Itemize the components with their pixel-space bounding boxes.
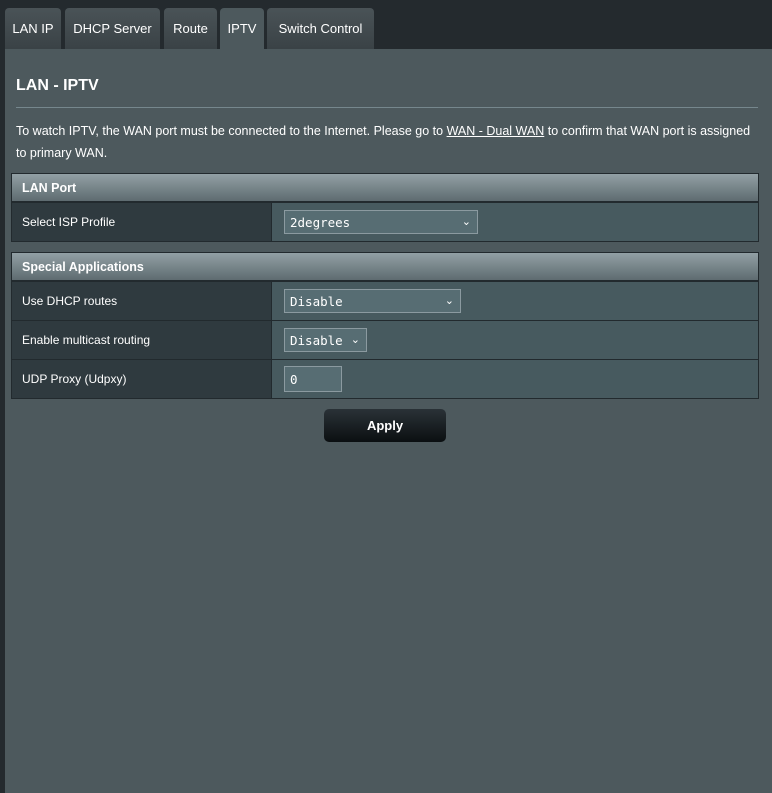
multicast-routing-cell: Disable ⌄ — [272, 321, 758, 359]
description-text-start: To watch IPTV, the WAN port must be conn… — [16, 124, 447, 138]
isp-profile-cell: 2degrees ⌄ — [272, 203, 758, 241]
udpxy-input[interactable] — [284, 366, 342, 392]
lan-port-section: LAN Port Select ISP Profile 2degrees ⌄ — [11, 173, 759, 242]
chevron-down-icon: ⌄ — [350, 333, 360, 346]
multicast-routing-value: Disable — [290, 332, 343, 348]
tab-bar: LAN IP DHCP Server Route IPTV Switch Con… — [0, 0, 772, 49]
udpxy-label: UDP Proxy (Udpxy) — [12, 360, 272, 398]
multicast-routing-row: Enable multicast routing Disable ⌄ — [12, 320, 758, 359]
dhcp-routes-value: Disable — [290, 293, 343, 309]
tab-switch-control[interactable]: Switch Control — [267, 8, 374, 49]
tab-iptv[interactable]: IPTV — [220, 8, 264, 49]
dhcp-routes-cell: Disable ⌄ — [272, 282, 758, 320]
isp-profile-row: Select ISP Profile 2degrees ⌄ — [12, 202, 758, 241]
page-title: LAN - IPTV — [16, 77, 99, 94]
dhcp-routes-select[interactable]: Disable ⌄ — [284, 289, 461, 313]
title-divider — [16, 107, 758, 108]
apply-button[interactable]: Apply — [324, 409, 446, 442]
tab-dhcp-server[interactable]: DHCP Server — [65, 8, 160, 49]
multicast-routing-label: Enable multicast routing — [12, 321, 272, 359]
dhcp-routes-label: Use DHCP routes — [12, 282, 272, 320]
tab-route[interactable]: Route — [164, 8, 217, 49]
page-description: To watch IPTV, the WAN port must be conn… — [16, 120, 756, 164]
isp-profile-value: 2degrees — [290, 214, 351, 230]
udpxy-cell — [272, 360, 758, 398]
wan-dual-wan-link[interactable]: WAN - Dual WAN — [447, 124, 545, 138]
special-applications-heading: Special Applications — [12, 253, 758, 281]
chevron-down-icon: ⌄ — [444, 294, 454, 307]
multicast-routing-select[interactable]: Disable ⌄ — [284, 328, 367, 352]
isp-profile-label: Select ISP Profile — [12, 203, 272, 241]
chevron-down-icon: ⌄ — [461, 215, 471, 228]
tab-lan-ip[interactable]: LAN IP — [5, 8, 61, 49]
lan-port-heading: LAN Port — [12, 174, 758, 202]
udpxy-row: UDP Proxy (Udpxy) — [12, 359, 758, 398]
dhcp-routes-row: Use DHCP routes Disable ⌄ — [12, 281, 758, 320]
isp-profile-select[interactable]: 2degrees ⌄ — [284, 210, 478, 234]
content-panel: LAN - IPTV To watch IPTV, the WAN port m… — [5, 49, 772, 793]
special-applications-section: Special Applications Use DHCP routes Dis… — [11, 252, 759, 399]
